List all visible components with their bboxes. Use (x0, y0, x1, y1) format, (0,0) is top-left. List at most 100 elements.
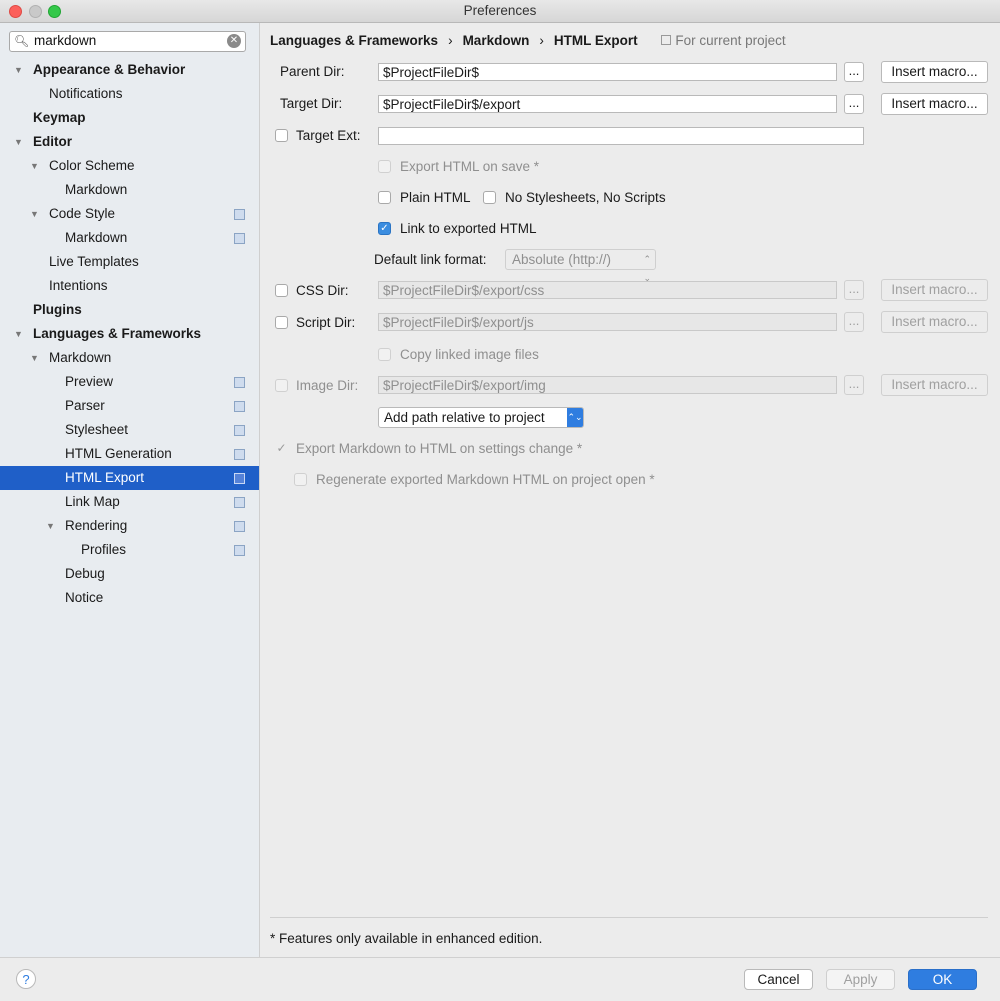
css-dir-insert-macro-button[interactable]: Insert macro... (881, 279, 988, 301)
sidebar-item-live-templates[interactable]: Live Templates (0, 250, 259, 274)
search-value: markdown (34, 33, 97, 48)
parent-dir-insert-macro-button[interactable]: Insert macro... (881, 61, 988, 83)
sidebar-item-code-style-markdown[interactable]: Markdown (0, 226, 259, 250)
sidebar-item-appearance-behavior[interactable]: ▼ Appearance & Behavior (0, 58, 259, 82)
settings-sidebar: 🔍︎ markdown ✕ ▼ Appearance & Behavior No… (0, 23, 260, 957)
path-mode-select[interactable]: Add path relative to project ⌃⌄ (378, 407, 584, 428)
parent-dir-browse-button[interactable]: ... (844, 62, 864, 82)
image-dir-checkbox[interactable] (275, 379, 288, 392)
image-dir-field[interactable]: $ProjectFileDir$/export/img (378, 376, 837, 394)
sidebar-item-link-map[interactable]: Link Map (0, 490, 259, 514)
close-window-button[interactable] (9, 5, 22, 18)
path-mode-value: Add path relative to project (384, 410, 545, 425)
default-link-format-select[interactable]: Absolute (http://) ⌃ ⌄ (505, 249, 656, 283)
sidebar-item-label: Color Scheme (49, 158, 135, 173)
sidebar-item-languages-frameworks[interactable]: ▼ Languages & Frameworks (0, 322, 259, 346)
sidebar-item-label: Markdown (65, 230, 128, 245)
script-dir-browse-button[interactable]: ... (844, 312, 864, 332)
default-link-format-label: Default link format: (374, 252, 487, 267)
image-dir-insert-macro-button[interactable]: Insert macro... (881, 374, 988, 396)
css-dir-field[interactable]: $ProjectFileDir$/export/css (378, 281, 837, 299)
regenerate-on-open-checkbox[interactable] (294, 473, 307, 486)
expand-arrow-icon[interactable]: ▼ (14, 322, 23, 346)
breadcrumb-part: Markdown (462, 33, 530, 48)
project-scope-icon (234, 209, 245, 220)
sidebar-item-profiles[interactable]: Profiles (0, 538, 259, 562)
sidebar-item-label: Plugins (33, 302, 82, 317)
sidebar-item-parser[interactable]: Parser (0, 394, 259, 418)
target-dir-field[interactable]: $ProjectFileDir$/export (378, 95, 837, 113)
sidebar-item-label: Editor (33, 134, 72, 149)
sidebar-item-stylesheet[interactable]: Stylesheet (0, 418, 259, 442)
sidebar-item-code-style[interactable]: ▼ Code Style (0, 202, 259, 226)
expand-arrow-icon[interactable]: ▼ (30, 202, 39, 226)
css-dir-label: CSS Dir: (296, 283, 349, 298)
image-dir-browse-button[interactable]: ... (844, 375, 864, 395)
help-button[interactable]: ? (16, 969, 36, 989)
project-scope-icon (234, 425, 245, 436)
breadcrumb-separator: › (448, 33, 453, 48)
sidebar-item-intentions[interactable]: Intentions (0, 274, 259, 298)
export-on-save-checkbox[interactable] (378, 160, 391, 173)
maximize-window-button[interactable] (48, 5, 61, 18)
apply-button[interactable]: Apply (826, 969, 895, 990)
expand-arrow-icon[interactable]: ▼ (14, 130, 23, 154)
parent-dir-field[interactable]: $ProjectFileDir$ (378, 63, 837, 81)
sidebar-item-label: Stylesheet (65, 422, 129, 437)
sidebar-item-label: Parser (65, 398, 105, 413)
breadcrumb-part: HTML Export (553, 33, 638, 48)
expand-arrow-icon[interactable]: ▼ (46, 514, 55, 538)
target-dir-insert-macro-button[interactable]: Insert macro... (881, 93, 988, 115)
sidebar-item-rendering[interactable]: ▼ Rendering (0, 514, 259, 538)
expand-arrow-icon[interactable]: ▼ (14, 58, 23, 82)
sidebar-item-label: Preview (65, 374, 114, 389)
project-scope-icon (234, 401, 245, 412)
sidebar-item-label: Appearance & Behavior (33, 62, 186, 77)
sidebar-item-html-generation[interactable]: HTML Generation (0, 442, 259, 466)
sidebar-item-label: HTML Export (65, 470, 145, 485)
target-ext-field[interactable] (378, 127, 864, 145)
sidebar-item-preview[interactable]: Preview (0, 370, 259, 394)
search-input[interactable]: 🔍︎ markdown ✕ (9, 31, 246, 52)
script-dir-field[interactable]: $ProjectFileDir$/export/js (378, 313, 837, 331)
project-scope-icon (234, 377, 245, 388)
copy-images-checkbox[interactable] (378, 348, 391, 361)
clear-search-icon[interactable]: ✕ (227, 34, 241, 48)
sidebar-item-keymap[interactable]: Keymap (0, 106, 259, 130)
sidebar-item-label: Languages & Frameworks (33, 326, 202, 341)
sidebar-item-html-export[interactable]: HTML Export (0, 466, 259, 490)
project-scope-icon (234, 521, 245, 532)
script-dir-checkbox[interactable] (275, 316, 288, 329)
export-on-settings-change-checkbox[interactable]: ✓ (275, 442, 288, 455)
target-ext-checkbox[interactable] (275, 129, 288, 142)
plain-html-label: Plain HTML (400, 190, 471, 205)
sidebar-item-label: Live Templates (49, 254, 139, 269)
default-link-format-value: Absolute (http://) (512, 252, 612, 267)
sidebar-item-notifications[interactable]: Notifications (0, 82, 259, 106)
expand-arrow-icon[interactable]: ▼ (30, 346, 39, 370)
sidebar-item-editor[interactable]: ▼ Editor (0, 130, 259, 154)
sidebar-item-debug[interactable]: Debug (0, 562, 259, 586)
css-dir-browse-button[interactable]: ... (844, 280, 864, 300)
no-stylesheets-checkbox[interactable] (483, 191, 496, 204)
expand-arrow-icon[interactable]: ▼ (30, 154, 39, 178)
plain-html-checkbox[interactable] (378, 191, 391, 204)
css-dir-checkbox[interactable] (275, 284, 288, 297)
ok-button[interactable]: OK (908, 969, 977, 990)
sidebar-item-notice[interactable]: Notice (0, 586, 259, 610)
sidebar-item-label: HTML Generation (65, 446, 172, 461)
target-ext-label: Target Ext: (296, 128, 361, 143)
sidebar-item-markdown[interactable]: ▼ Markdown (0, 346, 259, 370)
script-dir-insert-macro-button[interactable]: Insert macro... (881, 311, 988, 333)
project-scope-icon (234, 497, 245, 508)
sidebar-item-label: Markdown (65, 182, 128, 197)
sidebar-item-color-scheme[interactable]: ▼ Color Scheme (0, 154, 259, 178)
cancel-button[interactable]: Cancel (744, 969, 813, 990)
sidebar-item-plugins[interactable]: Plugins (0, 298, 259, 322)
target-dir-browse-button[interactable]: ... (844, 94, 864, 114)
minimize-window-button[interactable] (29, 5, 42, 18)
export-on-save-label: Export HTML on save * (400, 159, 540, 174)
target-dir-label: Target Dir: (280, 96, 343, 111)
sidebar-item-color-scheme-markdown[interactable]: Markdown (0, 178, 259, 202)
link-exported-checkbox[interactable]: ✓ (378, 222, 391, 235)
